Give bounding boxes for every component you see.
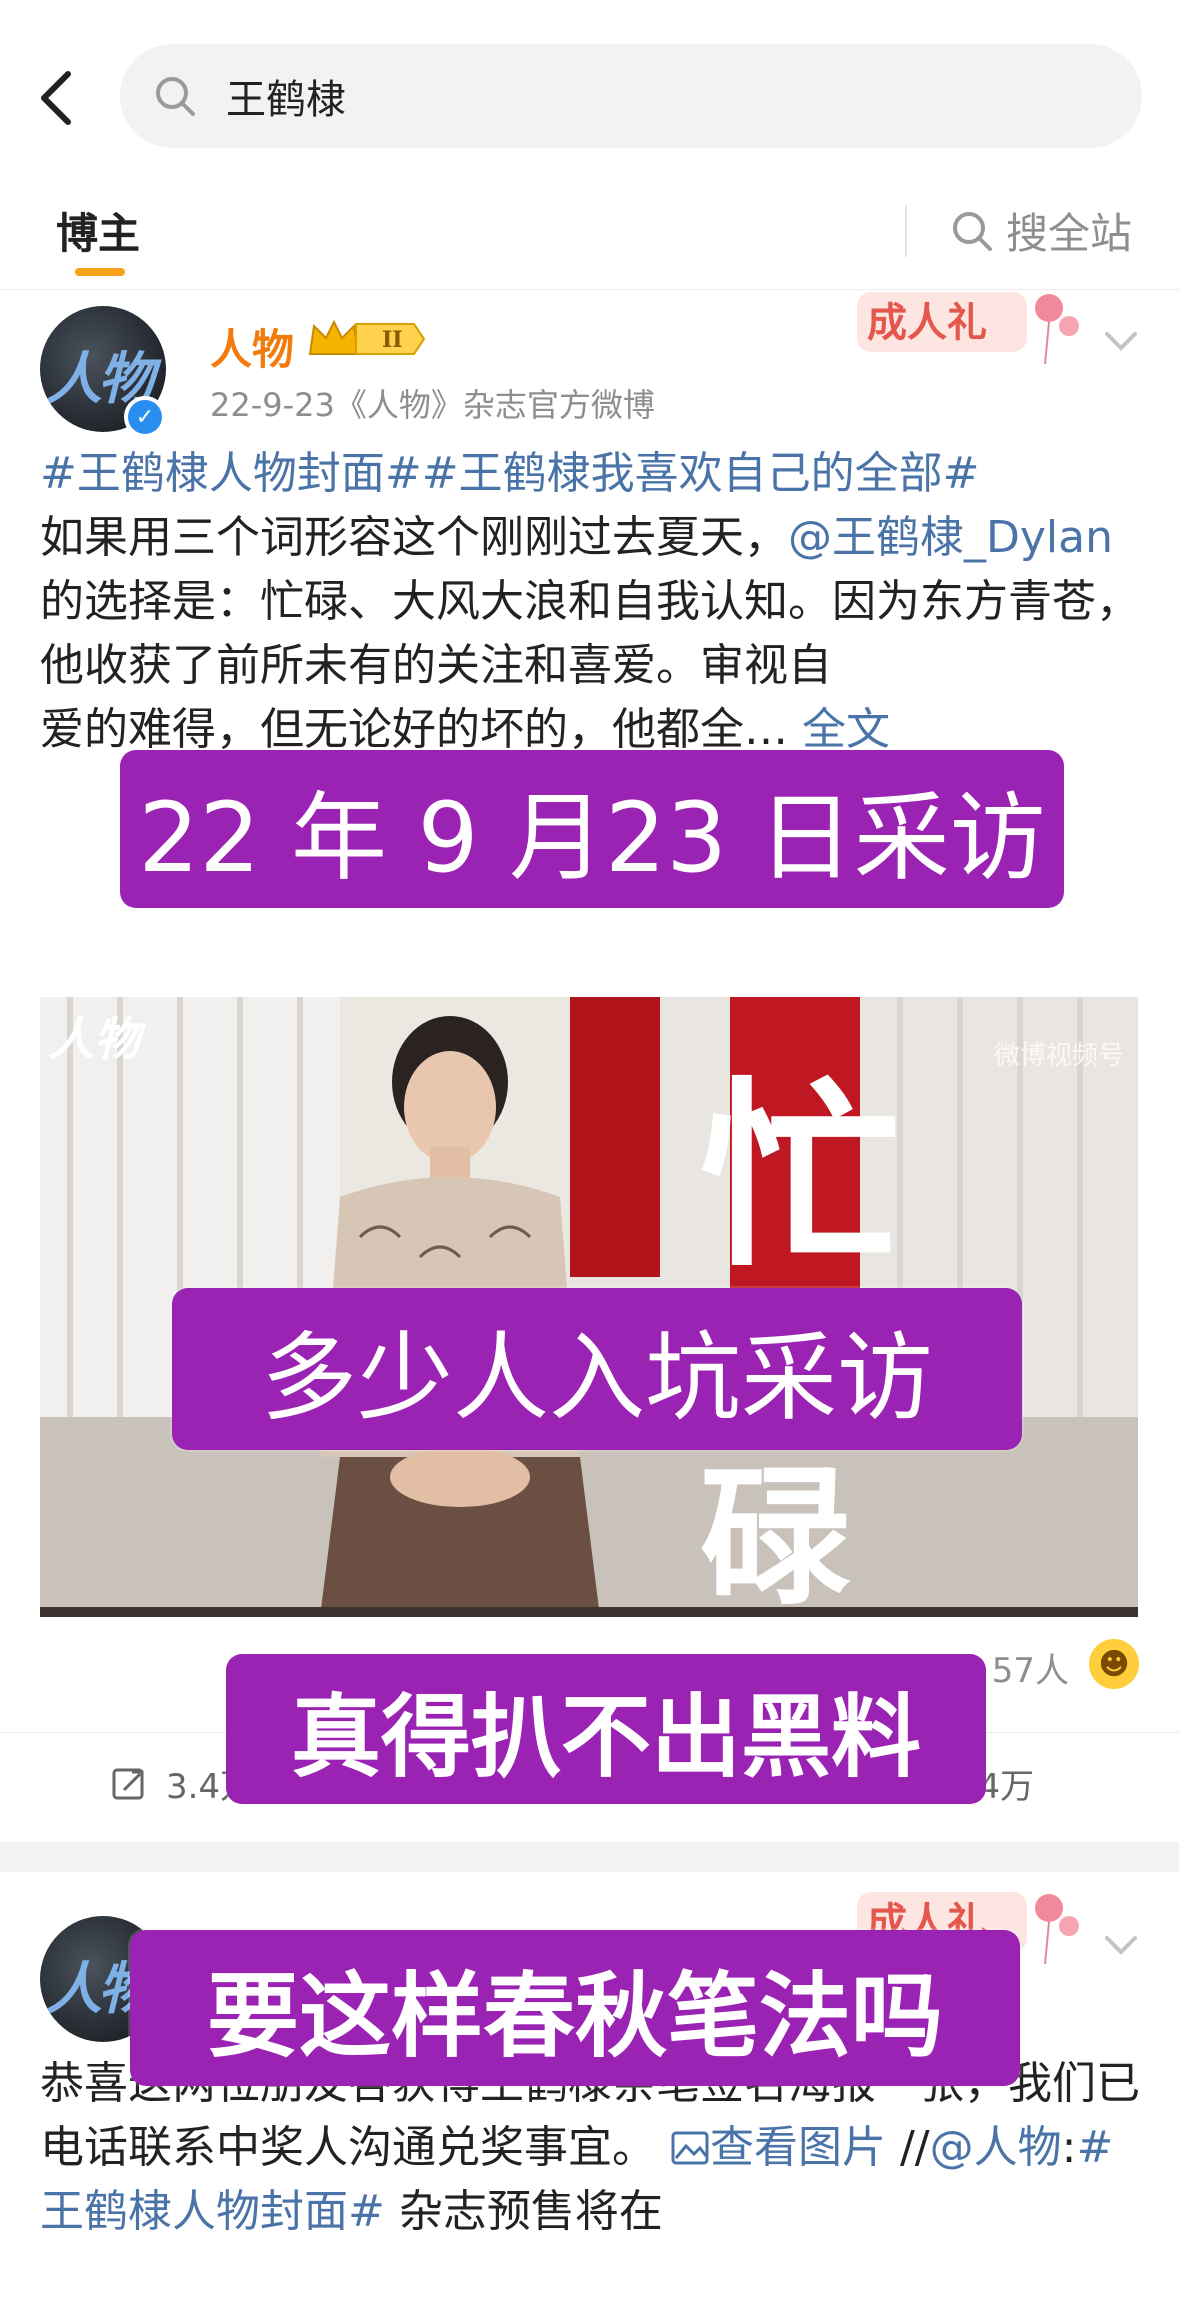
view-image-label: 查看图片	[710, 2122, 886, 2173]
post-text: 的选择是：忙碌、大风大浪和自我认知。因为东方青苍，他收获了前所未有的关注和喜爱。	[40, 576, 1140, 691]
overlay-caption: 真得扒不出黑料	[226, 1654, 986, 1804]
coming-of-age-decoration-icon: 成人礼	[857, 292, 1079, 365]
post-body: #王鹤棣人物封面##王鹤棣我喜欢自己的全部# 如果用三个词形容这个刚刚过去夏天，…	[40, 442, 1140, 762]
badge-level: II	[382, 327, 403, 353]
repost-icon	[110, 1762, 154, 1806]
username[interactable]: 人物	[210, 316, 294, 377]
divider	[905, 205, 907, 257]
mention-link[interactable]: @王鹤棣_Dylan	[788, 512, 1113, 563]
hashtag-link[interactable]: #王鹤棣人物封面##王鹤棣我喜欢自己的全部#	[40, 448, 979, 499]
top-search-bar	[0, 0, 1179, 170]
post-text: //	[886, 2122, 930, 2173]
full-text-link[interactable]: 全文	[788, 704, 890, 755]
search-all-button[interactable]: 搜全站	[950, 200, 1132, 261]
chevron-down-icon[interactable]	[1099, 318, 1143, 362]
post-text: 如果用三个词形容这个刚刚过去夏天，	[40, 512, 788, 563]
back-chevron-icon[interactable]	[26, 60, 86, 136]
mention-link[interactable]: @人物	[930, 2122, 1062, 2173]
decoration-text: 成人礼	[867, 300, 987, 346]
post-meta: 22-9-23《人物》杂志官方微博	[210, 386, 655, 424]
overlay-caption: 22 年 9 月23 日采访	[120, 750, 1064, 908]
search-input[interactable]	[226, 73, 1086, 119]
weibo-post: 人物 ✓ 人物 II 22-9-23《人物》杂志官方微博 成人礼 #王鹤棣人物封…	[0, 292, 1179, 1842]
overlay-caption: 多少人入坑采访	[172, 1288, 1022, 1450]
search-icon	[950, 207, 998, 255]
video-overlay-text: 忙	[700, 1059, 901, 1294]
smile-emoji-icon: ☻	[1089, 1639, 1139, 1689]
search-box[interactable]	[120, 44, 1142, 148]
image-icon	[671, 2131, 709, 2165]
member-crown-icon: II	[308, 319, 426, 355]
verified-badge-icon: ✓	[124, 396, 166, 438]
tab-bloggers[interactable]: 博主	[56, 200, 140, 261]
video-source-label: 微博视频号	[993, 1041, 1124, 1071]
like-count: 57人	[991, 1651, 1069, 1691]
overlay-caption: 要这样春秋笔法吗	[130, 1930, 1020, 2086]
post-text: :	[1061, 2122, 1077, 2173]
post-text: 爱的难得，但无论好的坏的，他都全…	[40, 704, 788, 755]
post-separator	[0, 1842, 1179, 1872]
video-watermark: 人物	[48, 1012, 140, 1066]
view-image-link[interactable]: 查看图片	[670, 2122, 886, 2173]
chevron-down-icon[interactable]	[1099, 1922, 1143, 1966]
search-all-label: 搜全站	[1006, 209, 1133, 258]
post-text: 杂志预售将在	[384, 2186, 663, 2237]
post-text: 审视自	[700, 640, 832, 691]
active-tab-indicator	[75, 268, 125, 276]
search-icon	[150, 71, 200, 121]
tab-bar: 博主 搜全站	[0, 180, 1179, 290]
